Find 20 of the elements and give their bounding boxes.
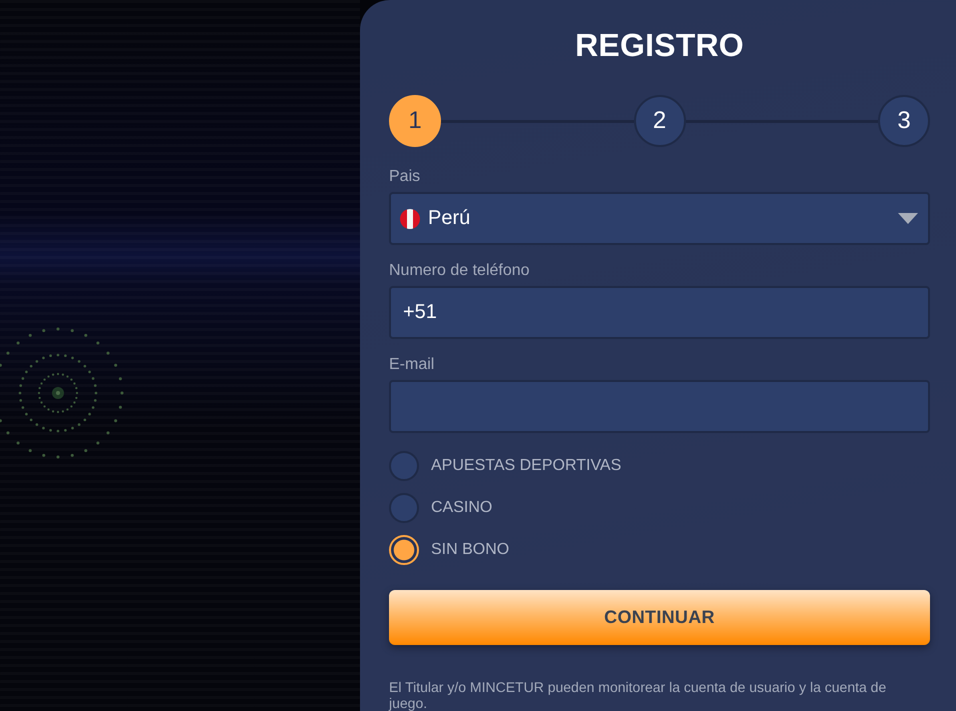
step-indicator: 3 <box>878 95 930 147</box>
email-input[interactable] <box>389 380 930 433</box>
radio-label[interactable]: CASINO <box>431 499 492 517</box>
flag-icon <box>400 208 420 228</box>
field-label: Numero de teléfono <box>389 261 530 281</box>
radio-button[interactable] <box>389 535 419 565</box>
form-title: REGISTRO <box>575 26 744 65</box>
field-label: E-mail <box>389 355 434 375</box>
radio-button[interactable] <box>389 493 419 523</box>
field-label: Pais <box>389 167 420 187</box>
phone-input[interactable]: +51 <box>389 286 930 339</box>
radio-label[interactable]: SIN BONO <box>431 541 510 559</box>
continue-button[interactable]: CONTINUAR <box>389 590 930 645</box>
radio-label[interactable]: APUESTAS DEPORTIVAS <box>431 457 622 475</box>
step-indicator: 1 <box>389 95 441 147</box>
notice-text: El Titular y/o MINCETUR pueden monitorear la cuenta de usuario y la cuenta de juego. <box>389 679 888 711</box>
radio-button[interactable] <box>389 451 419 481</box>
caret-icon <box>898 213 918 224</box>
step-indicator: 2 <box>634 95 686 147</box>
country-select[interactable]: Perú <box>389 192 930 245</box>
